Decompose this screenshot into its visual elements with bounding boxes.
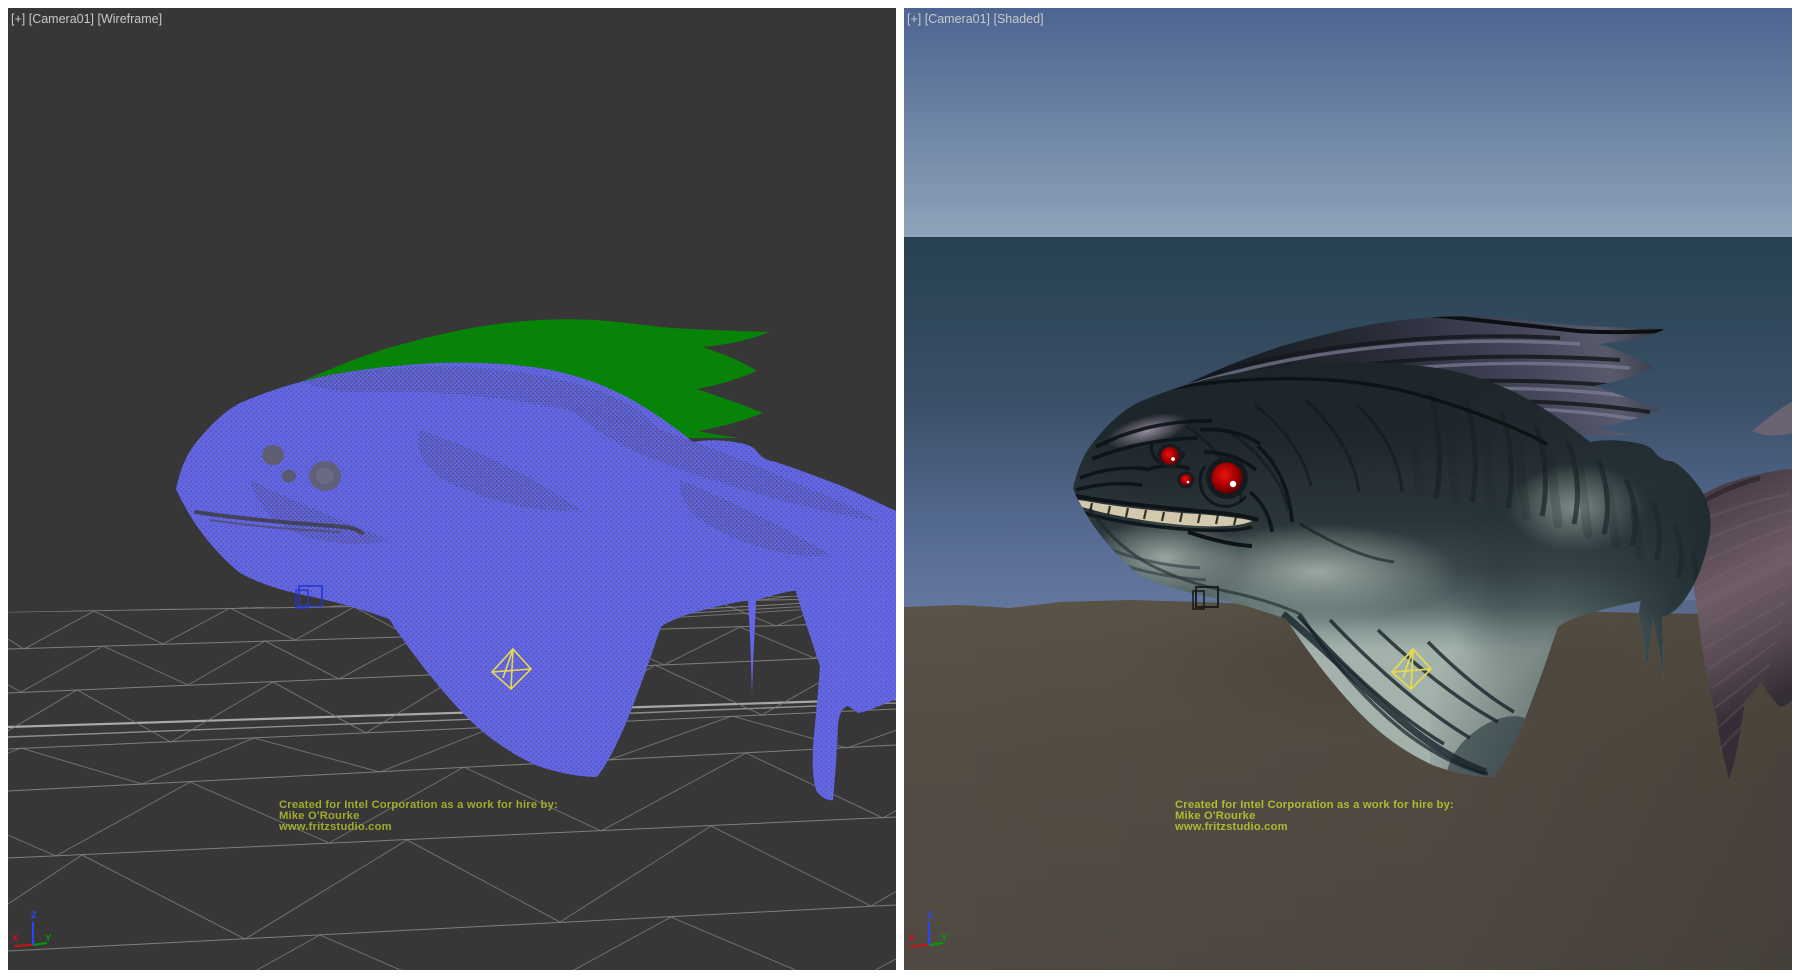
svg-text:Z: Z: [31, 910, 37, 921]
svg-text:X: X: [908, 933, 915, 944]
svg-text:www.fritzstudio.com: www.fritzstudio.com: [1174, 821, 1288, 833]
svg-text:Y: Y: [941, 933, 948, 944]
svg-text:X: X: [12, 933, 19, 944]
svg-text:Y: Y: [45, 933, 52, 944]
svg-text:[+] [Camera01] [Shaded]: [+] [Camera01] [Shaded]: [907, 12, 1044, 26]
svg-text:www.fritzstudio.com: www.fritzstudio.com: [278, 821, 392, 833]
svg-text:Z: Z: [927, 910, 933, 921]
svg-text:[+] [Camera01] [Wireframe]: [+] [Camera01] [Wireframe]: [11, 12, 162, 26]
